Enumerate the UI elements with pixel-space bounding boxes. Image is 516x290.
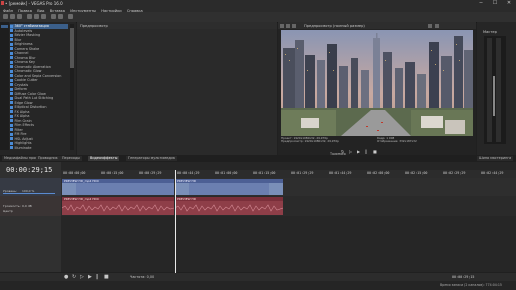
- ruler-label: 00:00:15;00: [101, 171, 124, 175]
- record-icon[interactable]: ●: [64, 274, 68, 280]
- snapshot-icon[interactable]: [428, 23, 432, 28]
- fx-folder-tree[interactable]: [0, 22, 9, 150]
- video-track[interactable]: PREVIEW HD_mp4 HD0 PREVIEW HD: [61, 178, 516, 196]
- split-screen-icon[interactable]: [292, 23, 296, 28]
- fx-item[interactable]: Illuminate: [10, 146, 68, 151]
- play-transport-icon[interactable]: ▶: [88, 274, 92, 280]
- ruler-label: 00:02:00;00: [367, 171, 390, 175]
- cut-icon[interactable]: [27, 14, 32, 19]
- video-preview-toolbar: Предпросмотр (полный размер): [278, 22, 476, 29]
- fx-list-scrollbar[interactable]: [70, 24, 74, 150]
- pause-icon[interactable]: ‖: [365, 150, 369, 154]
- preview-fx-icon[interactable]: [286, 23, 290, 28]
- level-slider[interactable]: [3, 193, 55, 194]
- ruler-label: 00:01:15;00: [253, 171, 276, 175]
- scrollbar-thumb[interactable]: [70, 28, 74, 68]
- project-properties-icon[interactable]: [280, 23, 284, 28]
- ruler-label: 00:00:44;29: [177, 171, 200, 175]
- pause-transport-icon[interactable]: ‖: [96, 274, 99, 280]
- ruler-label: 00:00:00;00: [63, 171, 86, 175]
- ruler-label: 00:00:29;29: [139, 171, 162, 175]
- paste-icon[interactable]: [41, 14, 46, 19]
- video-clip[interactable]: PREVIEW HD_mp4 HD0: [62, 179, 174, 195]
- fx-list: 360° стабилизация Autolevels Bézier Mask…: [10, 24, 68, 150]
- audio-waveform: [175, 204, 283, 212]
- new-project-icon[interactable]: [3, 14, 8, 19]
- tab-media-generators[interactable]: Генераторы мультимедиа: [126, 156, 177, 161]
- master-fader[interactable]: [493, 76, 495, 116]
- audio-track-header[interactable]: Громкость: 0,0 dB Центр: [0, 196, 61, 216]
- ruler-label: 00:02:15;00: [405, 171, 428, 175]
- audio-meter: [484, 36, 506, 144]
- title-bar: • [ремейк] - VEGAS Pro 16.0 ─ ☐ ✕: [0, 0, 516, 7]
- track-pan-value[interactable]: Центр: [3, 209, 13, 213]
- tab-video-fx[interactable]: Видеоэффекты: [88, 156, 120, 161]
- stop-icon[interactable]: ■: [373, 150, 377, 154]
- city-scene-image: [281, 30, 473, 136]
- play-icon[interactable]: ▶: [357, 150, 361, 154]
- video-clip[interactable]: PREVIEW HD: [175, 179, 283, 195]
- clip-thumbnail: [175, 183, 189, 195]
- video-preview-frame: [281, 30, 473, 136]
- open-icon[interactable]: [10, 14, 15, 19]
- save-icon[interactable]: [17, 14, 22, 19]
- app-icon: [1, 1, 4, 5]
- window-docking-tabs: Медиафайлы проекта Проводник Переходы Ви…: [0, 155, 516, 162]
- transport-timecode: 00:00:29;15: [452, 275, 475, 279]
- track-volume-value[interactable]: 0,0 dB: [22, 204, 32, 208]
- audio-clip[interactable]: PREVIEW HD: [175, 197, 283, 215]
- fx-preview-panel: [77, 22, 277, 155]
- undo-icon[interactable]: [51, 14, 56, 19]
- master-title: Мастер: [483, 30, 497, 34]
- audio-track[interactable]: PREVIEW HD_mp4 HD0 PREVIEW HD: [61, 196, 516, 216]
- play-from-start-icon[interactable]: ▷: [349, 150, 353, 154]
- status-bar: Время записи (2 каналов): 774:04:15: [0, 281, 516, 290]
- maximize-button[interactable]: ☐: [488, 0, 502, 7]
- clip-thumbnail: [62, 183, 76, 195]
- ruler-label: 00:01:44;29: [329, 171, 352, 175]
- minimize-button[interactable]: ─: [474, 0, 488, 7]
- fx-preview-header: Предпросмотр: [77, 22, 277, 29]
- copy-icon[interactable]: [34, 14, 39, 19]
- ruler-label: 00:02:44;29: [481, 171, 504, 175]
- track-volume-label: Громкость:: [3, 204, 21, 208]
- ruler-label: 00:02:29;29: [443, 171, 466, 175]
- fx-preview-title: Предпросмотр: [80, 23, 108, 28]
- video-track-header[interactable]: Уровень: 100,0 %: [0, 178, 61, 196]
- transport-bar: ● ↻ ▷ ▶ ‖ ■ Частота: 0,00 00:00:29;15: [0, 273, 516, 281]
- play-from-start-transport-icon[interactable]: ▷: [80, 274, 84, 280]
- fx-tree-node[interactable]: [1, 25, 8, 28]
- window-title: • [ремейк] - VEGAS Pro 16.0: [5, 1, 63, 6]
- preview-quality-dropdown[interactable]: Предпросмотр (полный размер): [304, 24, 365, 28]
- preview-info: Предпросмотр: 1920x1080x32, 29,970р: [281, 139, 339, 144]
- meter-right-channel: [496, 38, 501, 142]
- audio-clip[interactable]: PREVIEW HD_mp4 HD0: [62, 197, 174, 215]
- display-info: Отображение: 332x187x32: [377, 139, 417, 144]
- track-list: 00:00:29;15 Уровень: 100,0 % Громкость: …: [0, 162, 61, 272]
- playback-rate: Частота: 0,00: [130, 275, 155, 279]
- copy-snapshot-icon[interactable]: [435, 23, 439, 28]
- tab-explorer[interactable]: Проводник: [36, 156, 60, 161]
- close-button[interactable]: ✕: [502, 0, 516, 7]
- ruler-label: 00:01:00;00: [215, 171, 238, 175]
- tab-transitions[interactable]: Переходы: [60, 156, 82, 161]
- ruler-label: 00:01:29;29: [291, 171, 314, 175]
- cursor-tool-icon[interactable]: [68, 14, 73, 19]
- timeline-timecode: 00:00:29;15: [6, 166, 53, 174]
- video-preview-info: Проект: 1920x1080x32, 29,970р Предпросмо…: [281, 136, 473, 146]
- loop-playback-icon[interactable]: ↻: [72, 274, 76, 280]
- playhead-cursor[interactable]: [175, 170, 176, 275]
- audio-waveform: [62, 204, 174, 212]
- record-time-status: Время записи (2 каналов): 774:04:15: [440, 283, 502, 287]
- redo-icon[interactable]: [58, 14, 63, 19]
- meter-left-channel: [487, 38, 492, 142]
- tab-master-bus[interactable]: Шина мастеринга: [477, 156, 514, 161]
- stop-transport-icon[interactable]: ■: [104, 274, 109, 280]
- clip-thumbnail: [269, 183, 283, 195]
